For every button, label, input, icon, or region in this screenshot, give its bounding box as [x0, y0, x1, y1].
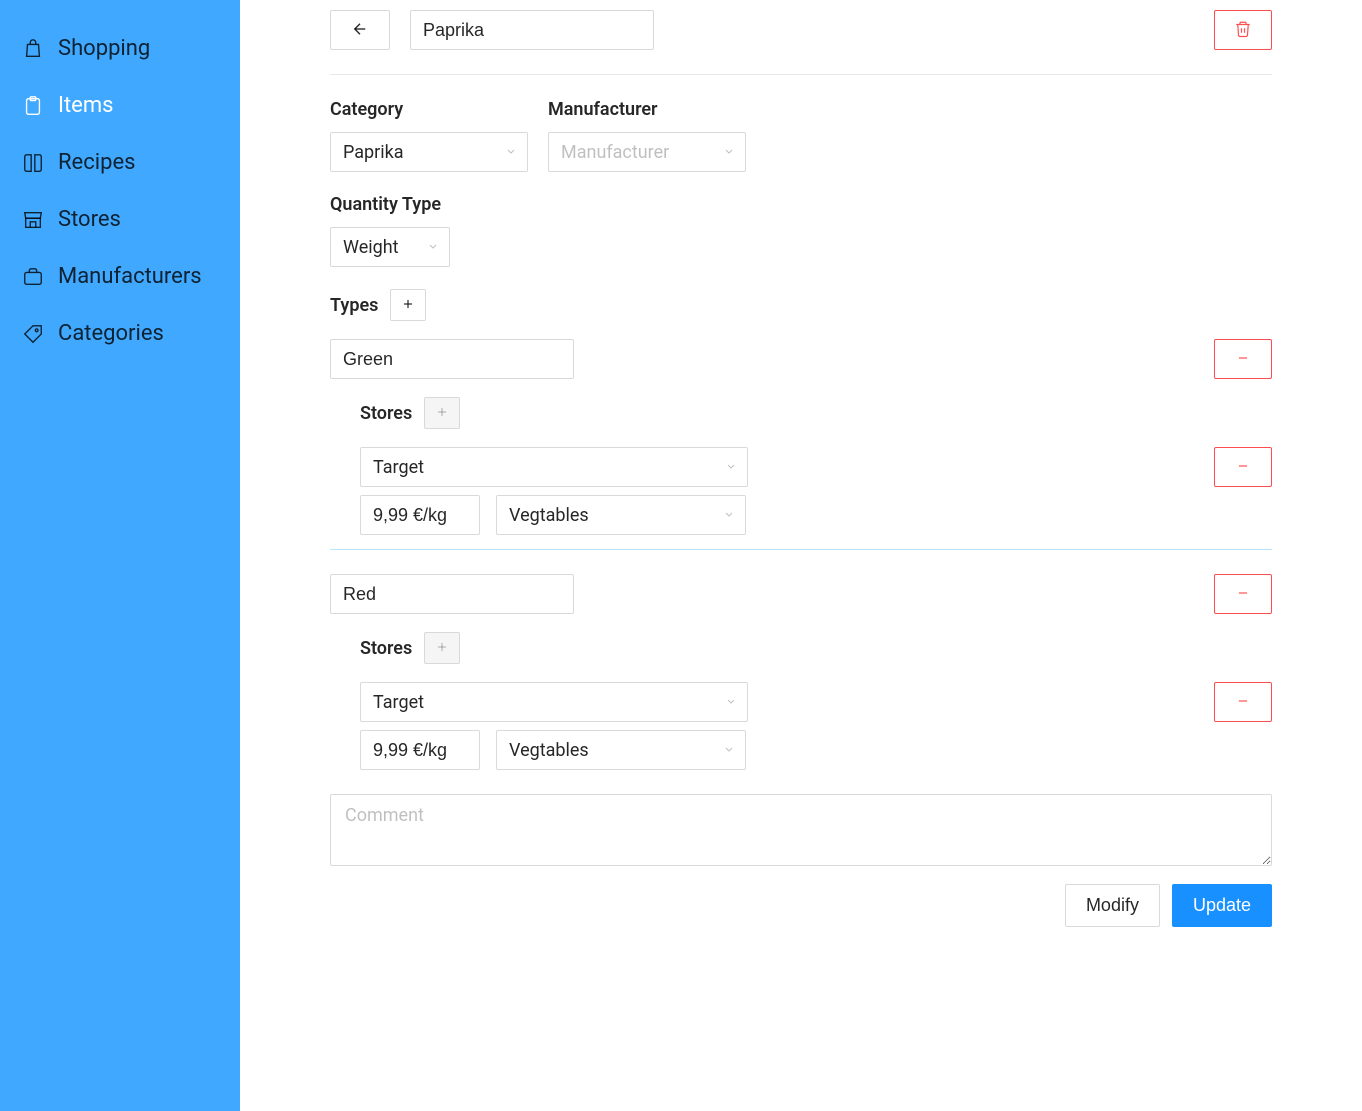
section-select[interactable]: Vegtables [496, 495, 746, 535]
add-store-button[interactable] [424, 397, 460, 429]
plus-icon [435, 405, 449, 422]
price-row: Vegtables [360, 730, 1272, 770]
comment-textarea[interactable] [330, 794, 1272, 866]
chevron-down-icon [725, 457, 737, 478]
category-label: Category [330, 99, 528, 120]
store-select[interactable]: Target [360, 447, 748, 487]
sidebar-item-stores[interactable]: Stores [0, 191, 240, 248]
section-select[interactable]: Vegtables [496, 730, 746, 770]
stores-label: Stores [360, 403, 412, 424]
plus-icon [401, 297, 415, 314]
category-select[interactable]: Paprika [330, 132, 528, 172]
quantity-type-value: Weight [343, 237, 399, 258]
modify-button[interactable]: Modify [1065, 884, 1160, 927]
quantity-type-label: Quantity Type [330, 194, 450, 215]
price-input[interactable] [360, 495, 480, 535]
item-name-input[interactable] [410, 10, 654, 50]
sidebar-item-categories[interactable]: Categories [0, 305, 240, 362]
remove-store-button[interactable] [1214, 447, 1272, 487]
category-value: Paprika [343, 142, 404, 163]
store-select[interactable]: Target [360, 682, 748, 722]
book-icon [22, 152, 44, 174]
minus-icon [1236, 459, 1250, 476]
type-name-input[interactable] [330, 574, 574, 614]
store-row: Target [360, 682, 1272, 722]
type-row [330, 339, 1272, 379]
store-value: Target [373, 692, 424, 713]
quantity-type-row: Quantity Type Weight [330, 194, 1272, 267]
type-row [330, 574, 1272, 614]
sidebar-item-recipes[interactable]: Recipes [0, 134, 240, 191]
price-row: Vegtables [360, 495, 1272, 535]
delete-item-button[interactable] [1214, 10, 1272, 50]
store-block: Stores Target [330, 397, 1272, 535]
chevron-down-icon [505, 142, 517, 163]
stores-label: Stores [360, 638, 412, 659]
sidebar-item-manufacturers[interactable]: Manufacturers [0, 248, 240, 305]
shopping-bag-icon [22, 38, 44, 60]
sidebar-item-shopping[interactable]: Shopping [0, 20, 240, 77]
chevron-down-icon [725, 692, 737, 713]
sidebar-item-items[interactable]: Items [0, 77, 240, 134]
type-block: Stores Target [330, 339, 1272, 535]
update-button[interactable]: Update [1172, 884, 1272, 927]
type-block: Stores Target [330, 574, 1272, 770]
add-type-button[interactable] [390, 289, 426, 321]
chevron-down-icon [427, 237, 439, 258]
type-divider [330, 549, 1272, 550]
store-row: Target [360, 447, 1272, 487]
type-name-input[interactable] [330, 339, 574, 379]
plus-icon [435, 640, 449, 657]
clipboard-icon [22, 95, 44, 117]
manufacturer-select[interactable]: Manufacturer [548, 132, 746, 172]
briefcase-icon [22, 266, 44, 288]
minus-icon [1236, 694, 1250, 711]
main-content: Category Paprika Manufacturer Manufactur… [240, 0, 1362, 1111]
footer: Modify Update [330, 884, 1272, 927]
manufacturer-group: Manufacturer Manufacturer [548, 99, 746, 172]
quantity-type-group: Quantity Type Weight [330, 194, 450, 267]
section-value: Vegtables [509, 505, 589, 526]
manufacturer-placeholder: Manufacturer [561, 142, 669, 163]
remove-store-button[interactable] [1214, 682, 1272, 722]
tag-icon [22, 323, 44, 345]
minus-icon [1236, 586, 1250, 603]
remove-type-button[interactable] [1214, 574, 1272, 614]
add-store-button[interactable] [424, 632, 460, 664]
quantity-type-select[interactable]: Weight [330, 227, 450, 267]
sidebar-item-label: Items [58, 93, 114, 118]
stores-header: Stores [360, 632, 1272, 664]
back-button[interactable] [330, 10, 390, 50]
sidebar-item-label: Recipes [58, 150, 135, 175]
trash-icon [1234, 20, 1252, 41]
divider [330, 74, 1272, 75]
chevron-down-icon [723, 505, 735, 526]
header-row [330, 10, 1272, 50]
arrow-left-icon [351, 20, 369, 41]
sidebar-item-label: Shopping [58, 36, 150, 61]
minus-icon [1236, 351, 1250, 368]
manufacturer-label: Manufacturer [548, 99, 746, 120]
price-input[interactable] [360, 730, 480, 770]
sidebar-item-label: Stores [58, 207, 121, 232]
sidebar: Shopping Items Recipes Stores Manufactur… [0, 0, 240, 1111]
remove-type-button[interactable] [1214, 339, 1272, 379]
stores-header: Stores [360, 397, 1272, 429]
chevron-down-icon [723, 142, 735, 163]
sidebar-item-label: Categories [58, 321, 164, 346]
types-label: Types [330, 295, 378, 316]
store-value: Target [373, 457, 424, 478]
store-block: Stores Target [330, 632, 1272, 770]
section-value: Vegtables [509, 740, 589, 761]
sidebar-item-label: Manufacturers [58, 264, 202, 289]
category-group: Category Paprika [330, 99, 528, 172]
category-manufacturer-row: Category Paprika Manufacturer Manufactur… [330, 99, 1272, 172]
store-icon [22, 209, 44, 231]
types-header: Types [330, 289, 1272, 321]
chevron-down-icon [723, 740, 735, 761]
